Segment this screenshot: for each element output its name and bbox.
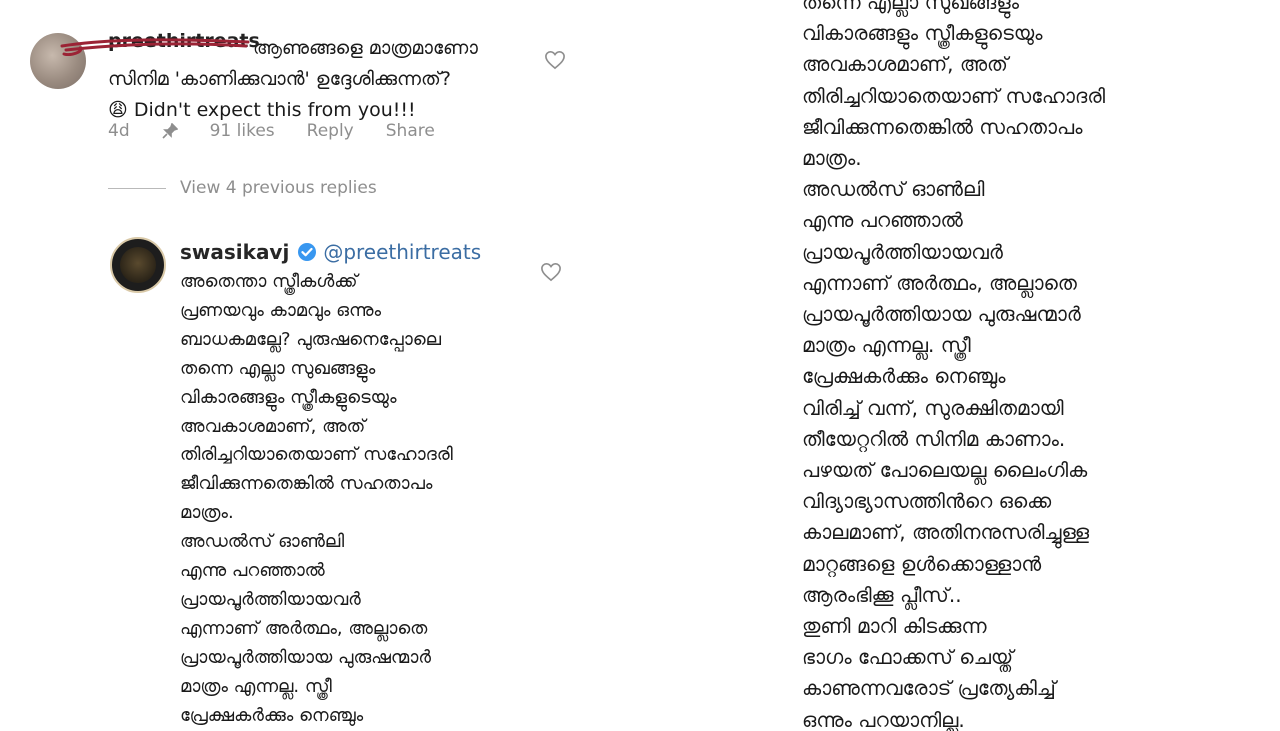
reply-header: swasikavj @preethirtreats <box>180 240 481 264</box>
comment-time: 4d <box>108 121 130 141</box>
top-comment-line: സിനിമ 'കാണിക്കുവാൻ' ഉദ്ദേശിക്കുന്നത്? <box>108 68 451 90</box>
likes-count[interactable]: 91 likes <box>210 121 275 141</box>
text-line: പ്രായപൂർത്തിയായവർ <box>802 239 1003 264</box>
redaction-scribble <box>60 38 250 56</box>
text-line: വിരിച്ച് വന്ന്, സുരക്ഷിതമായി <box>802 395 1064 420</box>
text-line: തന്നെ എല്ലാ സുഖങ്ങളും <box>802 0 1019 14</box>
heart-icon[interactable] <box>544 50 566 70</box>
comment-meta-row: 4d 91 likes Reply Share <box>108 121 467 141</box>
text-line: അഡൽസ് ഓൺലി <box>802 177 985 202</box>
text-line: പഴയത് പോലെയല്ല ലൈംഗിക <box>802 458 1088 483</box>
text-line: അഡൽസ് ഓൺലി <box>180 531 345 553</box>
text-line: ബാധകമല്ലേ? പുരുഷനെപ്പോലെ <box>180 328 442 350</box>
text-line: പ്രണയവും കാമവും ഒന്നും <box>180 299 382 321</box>
text-line: പ്രായപൂർത്തിയായവർ <box>180 588 361 610</box>
text-line: തന്നെ എല്ലാ സുഖങ്ങളും <box>180 357 376 379</box>
avatar[interactable] <box>110 237 166 293</box>
text-line: മാത്രം. <box>802 146 862 171</box>
mention-link[interactable]: @preethirtreats <box>323 240 481 264</box>
right-comment-continuation: തന്നെ എല്ലാ സുഖങ്ങളും വികാരങ്ങളും സ്ത്രീക… <box>790 0 1270 731</box>
text-line: എന്നാണ് അർത്ഥം, അല്ലാതെ <box>802 270 1077 295</box>
verified-badge-icon <box>298 243 317 261</box>
text-line: അതെന്താ സ്ത്രീകൾക്ക് <box>180 271 358 292</box>
avatar-image <box>120 247 156 283</box>
reply-comment-text: അതെന്താ സ്ത്രീകൾക്ക് പ്രണയവും കാമവും ഒന്ന… <box>180 268 520 731</box>
text-line: വിദ്യാഭ്യാസത്തിൻറെ ഒക്കെ <box>802 489 1052 514</box>
text-line: പ്രായപൂർത്തിയായ പുരുഷന്മാർ <box>180 646 431 668</box>
text-line: പ്രേക്ഷകർക്കും നെഞ്ചും <box>802 364 1006 389</box>
screenshot-collage: ആണുങ്ങളെ മാത്രമാണോ സിനിമ 'കാണിക്കുവാൻ' ഉ… <box>0 0 1280 731</box>
divider-line <box>108 187 166 189</box>
text-line: മാറ്റങ്ങളെ ഉൾക്കൊള്ളാൻ <box>802 551 1042 576</box>
reply-username[interactable]: swasikavj <box>180 240 289 264</box>
left-comment-thread: ആണുങ്ങളെ മാത്രമാണോ സിനിമ 'കാണിക്കുവാൻ' ഉ… <box>0 0 640 731</box>
text-line: തീയേറ്ററിൽ സിനിമ കാണാം. <box>802 426 1066 451</box>
text-line: എന്നാണ് അർത്ഥം, അല്ലാതെ <box>180 617 428 639</box>
text-line: കാണുന്നവരോട് പ്രത്യേകിച്ച് <box>802 676 1056 701</box>
text-line: അവകാശമാണ്, അത് <box>180 415 366 437</box>
text-line: പ്രായപൂർത്തിയായ പുരുഷന്മാർ <box>802 302 1081 327</box>
text-line: വികാരങ്ങളും സ്ത്രീകളുടെയും <box>180 386 397 408</box>
continued-reply-text: തന്നെ എല്ലാ സുഖങ്ങളും വികാരങ്ങളും സ്ത്രീക… <box>790 0 1270 731</box>
text-line: എന്നു പറഞ്ഞാൽ <box>802 208 963 233</box>
text-line: ഭാഗം ഫോക്കസ് ചെയ്ത് <box>802 645 1014 670</box>
share-button[interactable]: Share <box>386 121 435 141</box>
text-line: മാത്രം എന്നല്ല. സ്ത്രീ <box>180 675 332 697</box>
text-line: ജീവിക്കുന്നതെങ്കിൽ സഹതാപം <box>802 114 1083 139</box>
text-line: മാത്രം എന്നല്ല. സ്ത്രീ <box>802 333 971 358</box>
text-line: തിരിച്ചറിയാതെയാണ് സഹോദരി <box>180 444 453 466</box>
heart-icon[interactable] <box>540 262 562 282</box>
view-previous-replies[interactable]: View 4 previous replies <box>108 178 377 198</box>
text-line: തുണി മാറി കിടക്കുന്ന <box>802 614 987 639</box>
reply-button[interactable]: Reply <box>307 121 354 141</box>
text-line: കാലമാണ്, അതിനനുസരിച്ചുള്ള <box>802 520 1090 545</box>
pin-icon[interactable] <box>162 123 178 139</box>
text-line: ജീവിക്കുന്നതെങ്കിൽ സഹതാപം <box>180 473 433 495</box>
view-replies-label[interactable]: View 4 previous replies <box>180 178 377 198</box>
text-line: മാത്രം. <box>180 502 234 524</box>
text-line: തിരിച്ചറിയാതെയാണ് സഹോദരി <box>802 83 1106 108</box>
text-line: വികാരങ്ങളും സ്ത്രീകളുടെയും <box>802 21 1043 46</box>
text-line: പ്രേക്ഷകർക്കും നെഞ്ചും <box>180 704 364 726</box>
text-line: ഒന്നും പറയാനില്ല. <box>802 707 965 731</box>
text-line: അവകാശമാണ്, അത് <box>802 52 1008 77</box>
text-line: ആരംഭിക്കൂ പ്ലീസ്.. <box>802 582 962 607</box>
text-line: എന്നു പറഞ്ഞാൽ <box>180 560 325 582</box>
